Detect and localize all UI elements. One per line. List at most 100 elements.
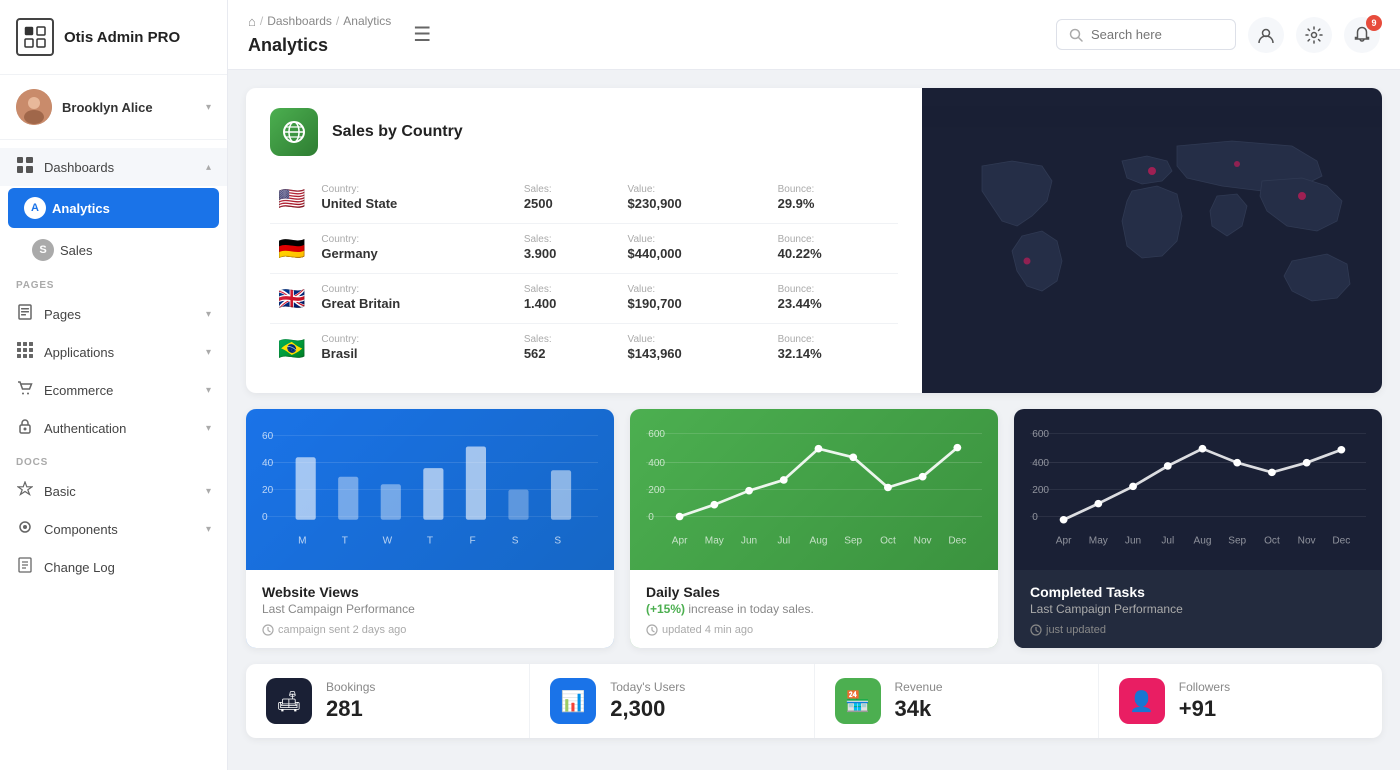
- breadcrumb-analytics: Analytics: [343, 14, 391, 28]
- daily-sales-subtitle: (+15%) increase in today sales.: [646, 602, 982, 616]
- analytics-label: Analytics: [52, 201, 203, 216]
- sidebar: Otis Admin PRO Brooklyn Alice ▾ Dashboar…: [0, 0, 228, 770]
- sidebar-item-analytics[interactable]: A Analytics: [8, 188, 219, 228]
- stat-value: 34k: [895, 696, 1078, 722]
- completed-tasks-info: Completed Tasks Last Campaign Performanc…: [1014, 570, 1382, 648]
- daily-sales-card: 600 400 200 0: [630, 409, 998, 648]
- website-views-chart: 60 40 20 0 M T: [246, 409, 614, 570]
- search-input[interactable]: [1091, 27, 1211, 42]
- logo-icon: [16, 18, 54, 56]
- applications-icon: [16, 342, 34, 362]
- applications-label: Applications: [44, 345, 196, 360]
- topbar: ⌂ / Dashboards / Analytics Analytics ☰ 9: [228, 0, 1400, 70]
- changelog-label: Change Log: [44, 560, 211, 575]
- world-map-section: [922, 88, 1382, 393]
- svg-text:Sep: Sep: [1228, 536, 1246, 547]
- user-profile-button[interactable]: [1248, 17, 1284, 53]
- svg-text:400: 400: [648, 458, 665, 469]
- svg-text:Dec: Dec: [948, 536, 966, 547]
- completed-tasks-card: 600 400 200 0 Apr: [1014, 409, 1382, 648]
- pages-label: Pages: [44, 307, 196, 322]
- stat-value: 2,300: [610, 696, 793, 722]
- notification-badge: 9: [1366, 15, 1382, 31]
- sidebar-item-changelog[interactable]: Change Log: [0, 548, 227, 586]
- completed-tasks-time-label: just updated: [1046, 624, 1106, 636]
- svg-text:W: W: [383, 536, 393, 547]
- stats-row: 🛋 Bookings 281 📊 Today's Users 2,300 🏪 R…: [246, 664, 1382, 738]
- authentication-label: Authentication: [44, 421, 196, 436]
- sidebar-item-ecommerce[interactable]: Ecommerce ▾: [0, 371, 227, 409]
- avatar: [16, 89, 52, 125]
- stat-item: 🏪 Revenue 34k: [815, 664, 1099, 738]
- stat-item: 📊 Today's Users 2,300: [530, 664, 814, 738]
- svg-text:Oct: Oct: [1264, 536, 1280, 547]
- sales-letter-icon: S: [32, 239, 50, 261]
- charts-row: 60 40 20 0 M T: [246, 409, 1382, 648]
- svg-text:Jul: Jul: [1161, 536, 1174, 547]
- stat-info: Revenue 34k: [895, 680, 1078, 722]
- breadcrumb-sep1: /: [260, 14, 263, 28]
- notifications-button[interactable]: 9: [1344, 17, 1380, 53]
- dashboards-label: Dashboards: [44, 160, 196, 175]
- sidebar-item-applications[interactable]: Applications ▾: [0, 333, 227, 371]
- svg-text:600: 600: [648, 429, 665, 440]
- menu-toggle-button[interactable]: ☰: [413, 22, 431, 47]
- sidebar-user[interactable]: Brooklyn Alice ▾: [0, 75, 227, 140]
- sidebar-item-pages[interactable]: Pages ▾: [0, 295, 227, 333]
- svg-text:Nov: Nov: [914, 536, 932, 547]
- sidebar-item-basic[interactable]: Basic ▾: [0, 472, 227, 510]
- website-views-card: 60 40 20 0 M T: [246, 409, 614, 648]
- sidebar-item-sales[interactable]: S Sales: [0, 230, 227, 270]
- search-icon: [1069, 28, 1083, 42]
- website-views-time-label: campaign sent 2 days ago: [278, 624, 406, 636]
- table-row: 🇧🇷 Country: Brasil Sales: 562 Value: $14…: [270, 324, 898, 374]
- svg-text:Sep: Sep: [844, 536, 862, 547]
- svg-text:20: 20: [262, 485, 274, 496]
- components-chevron: ▾: [206, 524, 211, 535]
- sidebar-item-components[interactable]: Components ▾: [0, 510, 227, 548]
- stat-icon: 🏪: [835, 678, 881, 724]
- daily-sales-pct: (+15%): [646, 602, 685, 616]
- pages-chevron: ▾: [206, 309, 211, 320]
- components-icon: [16, 519, 34, 539]
- world-map: [922, 88, 1382, 393]
- svg-text:S: S: [554, 536, 561, 547]
- main-content: ⌂ / Dashboards / Analytics Analytics ☰ 9: [228, 0, 1400, 770]
- pages-section-label: PAGES: [0, 270, 227, 295]
- svg-text:May: May: [1089, 536, 1108, 547]
- user-name: Brooklyn Alice: [62, 100, 196, 115]
- sidebar-nav: Dashboards ▴ A Analytics S Sales PAGES P…: [0, 140, 227, 770]
- breadcrumb-sep2: /: [336, 14, 339, 28]
- svg-text:200: 200: [648, 485, 665, 496]
- sidebar-item-authentication[interactable]: Authentication ▾: [0, 409, 227, 447]
- pages-icon: [16, 304, 34, 324]
- daily-sales-time: updated 4 min ago: [646, 624, 982, 636]
- stat-icon: 📊: [550, 678, 596, 724]
- stat-value: 281: [326, 696, 509, 722]
- page-title: Analytics: [248, 35, 328, 56]
- stat-info: Followers +91: [1179, 680, 1362, 722]
- svg-text:40: 40: [262, 458, 274, 469]
- basic-icon: [16, 481, 34, 501]
- website-views-title: Website Views: [262, 584, 598, 600]
- stat-info: Today's Users 2,300: [610, 680, 793, 722]
- basic-chevron: ▾: [206, 486, 211, 497]
- daily-sales-suffix: increase in today sales.: [688, 602, 813, 616]
- authentication-icon: [16, 418, 34, 438]
- website-views-subtitle: Last Campaign Performance: [262, 602, 598, 616]
- stat-label: Bookings: [326, 680, 509, 694]
- svg-text:Jul: Jul: [777, 536, 790, 547]
- table-row: 🇩🇪 Country: Germany Sales: 3.900 Value: …: [270, 224, 898, 274]
- svg-text:60: 60: [262, 431, 274, 442]
- daily-sales-info: Daily Sales (+15%) increase in today sal…: [630, 570, 998, 648]
- svg-text:T: T: [342, 536, 348, 547]
- sidebar-item-dashboards[interactable]: Dashboards ▴: [0, 148, 227, 186]
- website-views-time: campaign sent 2 days ago: [262, 624, 598, 636]
- table-row: 🇬🇧 Country: Great Britain Sales: 1.400 V…: [270, 274, 898, 324]
- svg-text:0: 0: [1032, 512, 1038, 523]
- sales-table-section: Sales by Country 🇺🇸 Country: United Stat…: [246, 88, 922, 393]
- content-area: Sales by Country 🇺🇸 Country: United Stat…: [228, 70, 1400, 770]
- svg-text:May: May: [705, 536, 724, 547]
- settings-button[interactable]: [1296, 17, 1332, 53]
- sales-label: Sales: [60, 243, 211, 258]
